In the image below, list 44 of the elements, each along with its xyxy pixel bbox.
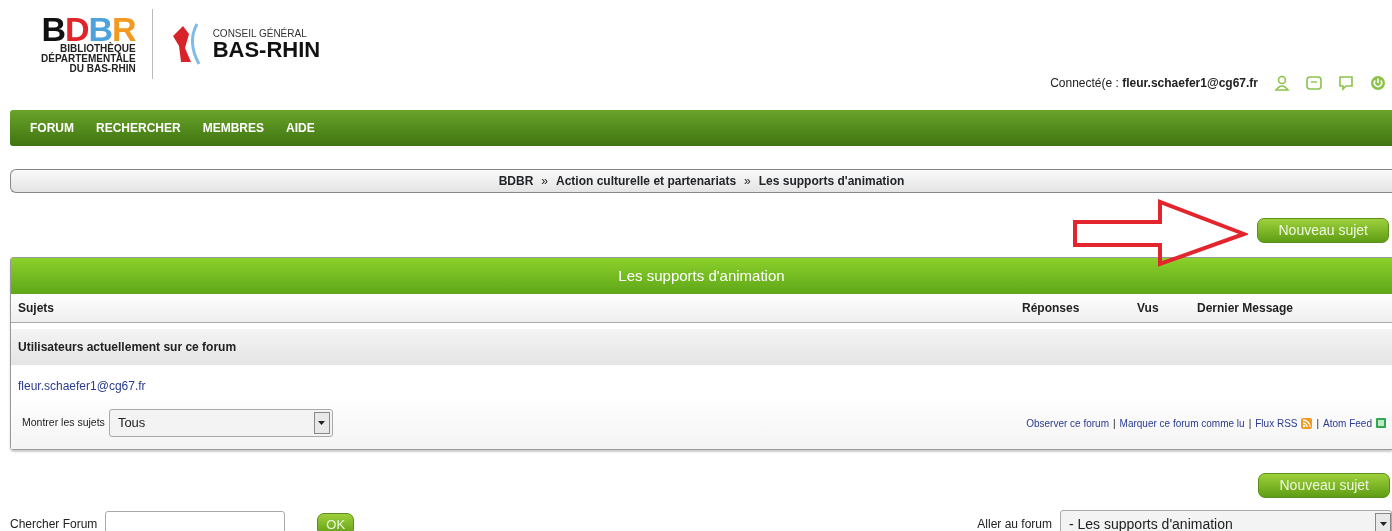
- logo-line: BIBLIOTHÈQUE: [60, 44, 136, 54]
- nav-link[interactable]: FORUM: [30, 119, 74, 137]
- user-link[interactable]: fleur.schaefer1@cg67.fr: [18, 377, 146, 395]
- search-field[interactable]: [105, 511, 286, 531]
- logo-line: DÉPARTEMENTALE: [41, 54, 136, 64]
- logo-letters: BDBR: [41, 14, 136, 44]
- action-link[interactable]: Flux RSS: [1255, 415, 1298, 431]
- link-separator: |: [1112, 416, 1116, 431]
- breadcrumb-separator: »: [541, 173, 549, 190]
- logo-title: BAS-RHIN: [212, 38, 321, 61]
- power-icon[interactable]: [1370, 75, 1386, 91]
- column-header: Réponses: [1022, 301, 1080, 315]
- forum-title: Les supports d'animation: [618, 265, 785, 286]
- breadcrumb-link[interactable]: Action culturelle et partenariats: [556, 172, 737, 190]
- forum-dropdown[interactable]: - Les supports d'animation: [1060, 510, 1392, 531]
- topics-dropdown[interactable]: Tous: [108, 409, 333, 437]
- action-link[interactable]: Observer ce forum: [1026, 415, 1109, 431]
- online-heading: Utilisateurs actuellement sur ce forum: [18, 339, 237, 356]
- filter-label: Montrer les sujets: [22, 415, 105, 431]
- search-label: Chercher Forum: [10, 516, 98, 531]
- breadcrumb-separator: »: [744, 173, 751, 190]
- logo-caption: CONSEIL GÉNÉRAL: [212, 27, 308, 39]
- chat-icon[interactable]: [1338, 75, 1354, 91]
- caret-icon: [318, 421, 326, 425]
- breadcrumb-link[interactable]: Les supports d'animation: [758, 172, 905, 190]
- breadcrumb-link[interactable]: BDBR: [498, 172, 534, 190]
- feed-icon[interactable]: [1376, 418, 1386, 428]
- action-link[interactable]: Marquer ce forum comme lu: [1119, 415, 1245, 431]
- card-icon[interactable]: [1306, 76, 1322, 90]
- nav-link[interactable]: RECHERCHER: [96, 119, 181, 137]
- column-header: Sujets: [18, 301, 54, 315]
- column-header: Dernier Message: [1197, 301, 1294, 315]
- nav-link[interactable]: AIDE: [286, 119, 315, 137]
- caret-icon: [1379, 522, 1387, 526]
- link-separator: |: [1248, 416, 1252, 431]
- column-header: Vus: [1137, 301, 1159, 315]
- nav-link[interactable]: MEMBRES: [202, 119, 265, 137]
- connected-label: Connecté(e : fleur.schaefer1@cg67.fr: [1050, 75, 1258, 92]
- rss-icon[interactable]: [1301, 417, 1313, 429]
- logo-line: DU BAS-RHIN: [68, 64, 136, 74]
- user-icon[interactable]: [1274, 75, 1290, 91]
- link-separator: |: [1316, 416, 1320, 431]
- jump-label: Aller au forum: [977, 516, 1052, 531]
- action-link[interactable]: Atom Feed: [1323, 415, 1372, 431]
